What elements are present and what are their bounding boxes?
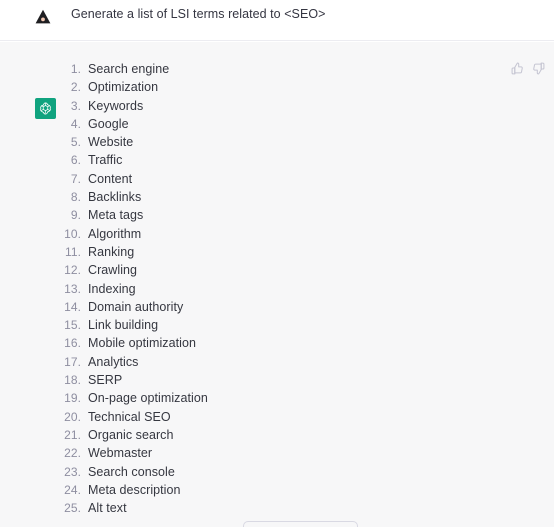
list-item-number: 23.: [64, 464, 81, 479]
list-item-label: Alt text: [88, 501, 127, 516]
list-item: 11. Ranking: [0, 243, 470, 261]
list-item: 2. Optimization: [0, 78, 470, 96]
list-item-number: 24.: [64, 482, 81, 497]
feedback-controls: [510, 61, 545, 75]
list-item: 23. Search console: [0, 463, 470, 481]
list-item-number: 22.: [64, 446, 81, 461]
list-item: 13. Indexing: [0, 280, 470, 298]
list-item-number: 7.: [70, 171, 81, 186]
list-item: 21. Organic search: [0, 426, 470, 444]
list-item: 9. Meta tags: [0, 206, 470, 224]
list-item: 7. Content: [0, 170, 470, 188]
list-item-number: 15.: [64, 318, 81, 333]
list-item-label: Technical SEO: [88, 409, 171, 424]
list-item: 12. Crawling: [0, 261, 470, 279]
list-item-label: Analytics: [88, 354, 139, 369]
list-item: 19. On-page optimization: [0, 389, 470, 407]
list-item-number: 8.: [70, 190, 81, 205]
list-item-number: 5.: [70, 135, 81, 150]
list-item-number: 21.: [64, 427, 81, 442]
list-item-label: On-page optimization: [88, 391, 208, 406]
list-item: 22. Webmaster: [0, 444, 470, 462]
user-triangle-avatar-icon: [33, 7, 53, 27]
list-item-label: Google: [88, 116, 129, 131]
list-item-label: Search engine: [88, 62, 170, 76]
list-item: 20. Technical SEO: [0, 408, 470, 426]
user-prompt-row: Generate a list of LSI terms related to …: [0, 0, 554, 41]
list-item-label: Crawling: [88, 263, 138, 278]
list-item: 14. Domain authority: [0, 298, 470, 316]
list-item: 24. Meta description: [0, 481, 470, 499]
list-item-label: Algorithm: [88, 226, 142, 241]
list-item-number: 11.: [65, 244, 81, 259]
list-item-label: Meta tags: [88, 208, 144, 223]
list-item-number: 17.: [64, 354, 81, 369]
list-item-label: Website: [88, 135, 134, 150]
list-item: 6. Traffic: [0, 151, 470, 169]
list-item-number: 14.: [64, 299, 81, 314]
list-item: 10. Algorithm: [0, 225, 470, 243]
list-item-label: Backlinks: [88, 190, 142, 205]
list-item: 16. Mobile optimization: [0, 334, 470, 352]
list-item-number: 3.: [70, 98, 81, 113]
list-item: 1. Search engine: [0, 60, 470, 78]
list-item: 25. Alt text: [0, 499, 470, 517]
list-item-label: Optimization: [88, 80, 159, 95]
list-item: 17. Analytics: [0, 353, 470, 371]
list-item-number: 18.: [64, 373, 81, 388]
list-item-label: Search console: [88, 464, 175, 479]
list-item-number: 6.: [70, 153, 81, 168]
list-item-label: Content: [88, 171, 133, 186]
list-item-number: 2.: [70, 80, 81, 95]
list-item-label: Ranking: [88, 244, 135, 259]
list-item: 8. Backlinks: [0, 188, 470, 206]
list-item: 3. Keywords: [0, 97, 470, 115]
list-item-number: 12.: [64, 263, 81, 278]
list-item-number: 16.: [64, 336, 81, 351]
list-item: 5. Website: [0, 133, 470, 151]
assistant-response-row: 1. Search engine 2. Optimization 3. Keyw…: [0, 42, 554, 527]
list-item-label: Indexing: [88, 281, 136, 296]
list-item-number: 13.: [64, 281, 81, 296]
list-item: 18. SERP: [0, 371, 470, 389]
list-item-number: 10.: [64, 226, 81, 241]
list-item: 15. Link building: [0, 316, 470, 334]
list-item-label: Keywords: [88, 98, 144, 113]
list-item-number: 1.: [70, 62, 81, 76]
user-prompt-text: Generate a list of LSI terms related to …: [71, 7, 326, 21]
chat-screen: Generate a list of LSI terms related to …: [0, 0, 554, 527]
list-item-number: 25.: [64, 501, 81, 516]
list-item-label: Traffic: [88, 153, 123, 168]
list-item-number: 20.: [64, 409, 81, 424]
thumbs-down-icon[interactable]: [531, 61, 545, 75]
list-item-label: Mobile optimization: [88, 336, 196, 351]
list-item-label: Webmaster: [88, 446, 153, 461]
list-item-number: 19.: [64, 391, 81, 406]
list-item-label: Domain authority: [88, 299, 184, 314]
list-item-number: 9.: [70, 208, 81, 223]
thumbs-up-icon[interactable]: [510, 61, 524, 75]
list-item-label: Link building: [88, 318, 159, 333]
list-item-label: SERP: [88, 373, 123, 388]
list-item-label: Organic search: [88, 427, 174, 442]
regenerate-response-button[interactable]: [243, 521, 358, 527]
list-item-label: Meta description: [88, 482, 181, 497]
list-item-number: 4.: [70, 116, 81, 131]
lsi-terms-list: 1. Search engine 2. Optimization 3. Keyw…: [0, 60, 470, 517]
list-item: 4. Google: [0, 115, 470, 133]
